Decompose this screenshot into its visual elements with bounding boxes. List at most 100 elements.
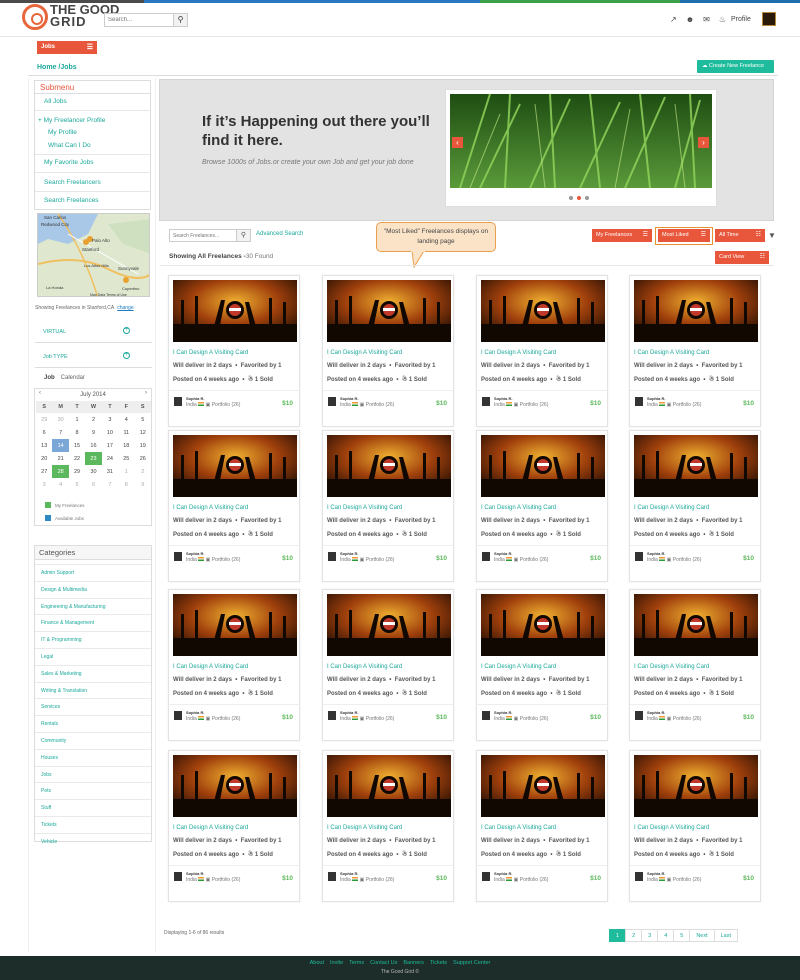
users-icon[interactable]: ☻ — [686, 15, 694, 24]
footer-link[interactable]: About — [310, 960, 324, 966]
calendar-day[interactable]: 30 — [52, 413, 68, 426]
card-image[interactable] — [481, 594, 605, 656]
seller-name[interactable]: Sophia R. — [494, 551, 512, 556]
footer-link[interactable]: Terms — [349, 960, 364, 966]
card-title[interactable]: I Can Design A Visiting Card — [327, 664, 402, 670]
card-image[interactable] — [173, 435, 297, 497]
card-title[interactable]: I Can Design A Visiting Card — [481, 825, 556, 831]
card-view-button[interactable]: Card View ☷ — [715, 251, 769, 264]
tab-calendar[interactable]: Calendar — [61, 375, 85, 381]
calendar-day[interactable]: 5 — [135, 413, 151, 426]
calendar-day[interactable]: 29 — [36, 413, 52, 426]
plus-icon[interactable]: + — [123, 352, 130, 359]
freelance-card[interactable]: I Can Design A Visiting Card Will deliver… — [629, 589, 761, 741]
seller-name[interactable]: Sophia R. — [647, 396, 665, 401]
freelance-card[interactable]: I Can Design A Visiting Card Will deliver… — [168, 589, 300, 741]
category-item[interactable]: Rentals — [35, 715, 151, 731]
seller-portfolio[interactable]: Portfolio (26) — [520, 877, 549, 883]
calendar-day[interactable]: 4 — [52, 478, 68, 491]
plus-icon[interactable]: + — [123, 327, 130, 334]
seller-portfolio[interactable]: Portfolio (26) — [212, 716, 241, 722]
seller-avatar[interactable] — [174, 397, 182, 406]
card-title[interactable]: I Can Design A Visiting Card — [634, 350, 709, 356]
seller-name[interactable]: Sophia R. — [647, 871, 665, 876]
calendar-day[interactable]: 23 — [85, 452, 102, 465]
card-image[interactable] — [173, 594, 297, 656]
category-item[interactable]: Community — [35, 732, 151, 748]
card-image[interactable] — [481, 755, 605, 817]
category-item[interactable]: Engineering & Manufacturing — [35, 597, 151, 614]
category-item[interactable]: Finance & Management — [35, 614, 151, 630]
page-link[interactable]: Last — [713, 929, 739, 942]
search-icon[interactable]: ⚲ — [236, 230, 250, 241]
filter-icon[interactable]: ▼ — [768, 231, 776, 240]
calendar-day[interactable]: 20 — [36, 452, 52, 465]
calendar-day[interactable]: 8 — [69, 426, 85, 439]
calendar-day[interactable]: 9 — [135, 478, 151, 491]
seller-avatar[interactable] — [482, 397, 490, 406]
seller-name[interactable]: Sophia R. — [494, 396, 512, 401]
seller-avatar[interactable] — [328, 552, 336, 561]
seller-avatar[interactable] — [174, 872, 182, 881]
seller-portfolio[interactable]: Portfolio (26) — [520, 402, 549, 408]
card-title[interactable]: I Can Design A Visiting Card — [173, 505, 248, 511]
seller-portfolio[interactable]: Portfolio (26) — [673, 877, 702, 883]
freelance-card[interactable]: I Can Design A Visiting Card Will deliver… — [476, 589, 608, 741]
seller-name[interactable]: Sophia R. — [340, 551, 358, 556]
page-link[interactable]: 1 — [609, 929, 627, 942]
breadcrumb[interactable]: Home /Jobs — [37, 64, 77, 71]
my-freelances-button[interactable]: My Freelances ☰ — [592, 229, 652, 242]
calendar-day[interactable]: 4 — [118, 413, 134, 426]
calendar-day[interactable]: 3 — [36, 478, 52, 491]
slider-next-icon[interactable]: › — [698, 137, 709, 148]
seller-avatar[interactable] — [482, 552, 490, 561]
category-item[interactable]: Tickets — [35, 816, 151, 832]
calendar-day[interactable]: 6 — [36, 426, 52, 439]
seller-avatar[interactable] — [174, 711, 182, 720]
footer-link[interactable]: Invite — [330, 960, 343, 966]
profile-link[interactable]: Profile — [731, 16, 751, 23]
filter-job-type[interactable]: Job TYPE + — [35, 348, 152, 368]
freelance-card[interactable]: I Can Design A Visiting Card Will deliver… — [322, 589, 454, 741]
category-item[interactable]: Legal — [35, 648, 151, 664]
slider-dot[interactable] — [569, 196, 573, 200]
calendar-day[interactable]: 6 — [85, 478, 101, 491]
calendar-day[interactable]: 7 — [52, 426, 68, 439]
avatar[interactable] — [762, 12, 776, 26]
freelance-card[interactable]: I Can Design A Visiting Card Will deliver… — [629, 430, 761, 582]
create-freelance-button[interactable]: ☁ Create New Freelance — [697, 60, 774, 73]
calendar-day[interactable]: 18 — [118, 439, 134, 452]
change-location-link[interactable]: change — [117, 305, 133, 311]
calendar-day[interactable]: 10 — [102, 426, 118, 439]
seller-name[interactable]: Sophia R. — [494, 710, 512, 715]
freelance-card[interactable]: I Can Design A Visiting Card Will deliver… — [629, 750, 761, 902]
submenu-search-freelances[interactable]: Search Freelances — [35, 197, 150, 204]
card-title[interactable]: I Can Design A Visiting Card — [173, 350, 248, 356]
card-image[interactable] — [173, 755, 297, 817]
card-title[interactable]: I Can Design A Visiting Card — [634, 825, 709, 831]
freelance-card[interactable]: I Can Design A Visiting Card Will deliver… — [322, 275, 454, 427]
seller-avatar[interactable] — [635, 552, 643, 561]
calendar-day[interactable]: 22 — [69, 452, 85, 465]
calendar-day[interactable]: 12 — [135, 426, 151, 439]
card-image[interactable] — [634, 435, 758, 497]
card-title[interactable]: I Can Design A Visiting Card — [481, 350, 556, 356]
category-item[interactable]: Admin Support — [35, 564, 151, 580]
seller-portfolio[interactable]: Portfolio (26) — [366, 557, 395, 563]
submenu-search-freelancers[interactable]: Search Freelancers — [35, 179, 150, 186]
freelance-card[interactable]: I Can Design A Visiting Card Will deliver… — [322, 430, 454, 582]
card-image[interactable] — [327, 594, 451, 656]
category-item[interactable]: Design & Multimedia — [35, 580, 151, 597]
category-item[interactable]: Houses — [35, 748, 151, 765]
card-title[interactable]: I Can Design A Visiting Card — [634, 505, 709, 511]
calendar-day[interactable]: 2 — [85, 413, 101, 426]
card-image[interactable] — [481, 280, 605, 342]
submenu-what-can-i-do[interactable]: What Can I Do — [35, 142, 150, 149]
calendar-day[interactable]: 19 — [135, 439, 151, 452]
seller-name[interactable]: Sophia R. — [186, 710, 204, 715]
seller-avatar[interactable] — [635, 711, 643, 720]
card-title[interactable]: I Can Design A Visiting Card — [481, 505, 556, 511]
calendar-day[interactable]: 8 — [118, 478, 134, 491]
seller-portfolio[interactable]: Portfolio (26) — [673, 402, 702, 408]
seller-name[interactable]: Sophia R. — [340, 871, 358, 876]
